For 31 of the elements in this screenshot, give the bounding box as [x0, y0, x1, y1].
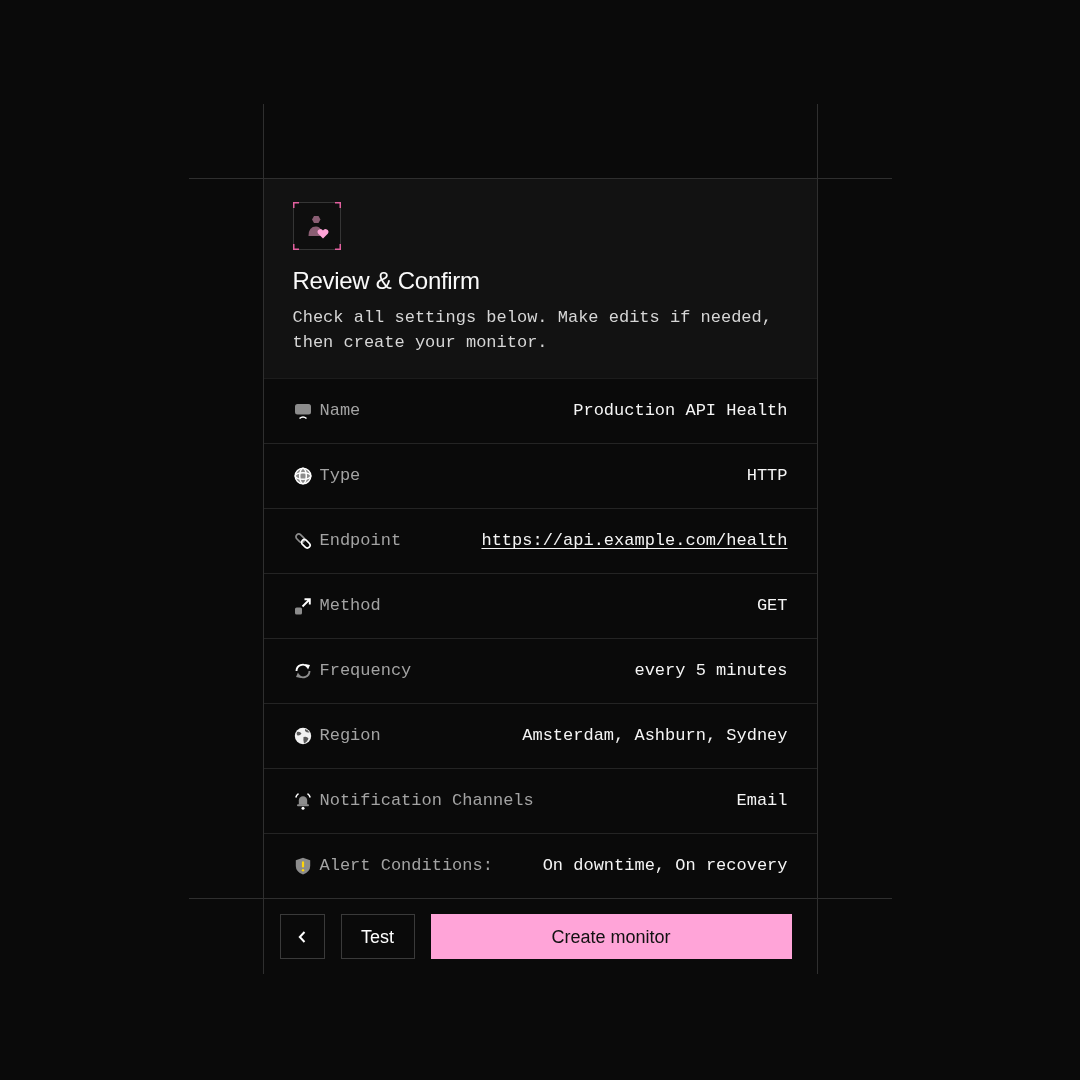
setting-value: GET — [756, 595, 788, 618]
refresh-icon — [293, 662, 312, 680]
setting-label: Name — [319, 400, 361, 423]
earth-icon — [293, 727, 312, 745]
dialog-title: Review & Confirm — [292, 266, 480, 296]
endpoint-link[interactable]: https://api.example.com/health — [481, 528, 788, 554]
setting-label: Alert Conditions: — [319, 855, 493, 878]
setting-label: Endpoint — [319, 530, 402, 553]
setting-value: Production API Health — [573, 400, 788, 423]
arrow-up-right-icon — [293, 597, 312, 615]
setting-label: Region — [319, 725, 381, 748]
setting-value: HTTP — [746, 465, 788, 488]
setting-label: Notification Channels — [319, 790, 534, 813]
bell-icon — [293, 792, 312, 810]
shield-alert-icon — [293, 857, 312, 875]
dialog-description: Check all settings below. Make edits if needed, then create your monitor. — [292, 307, 773, 354]
setting-value: On downtime, On recovery — [542, 855, 788, 878]
setting-value: Email — [736, 790, 788, 813]
setting-label: Type — [319, 465, 361, 488]
setting-label: Method — [319, 595, 381, 618]
link-icon — [293, 532, 312, 550]
create-monitor-button[interactable]: Create monitor — [430, 914, 792, 959]
globe-icon — [293, 467, 312, 485]
monitor-icon — [293, 402, 312, 420]
setting-label: Frequency — [319, 660, 412, 683]
person-heart-icon — [292, 202, 341, 250]
back-button[interactable] — [279, 914, 325, 959]
setting-value: every 5 minutes — [634, 660, 788, 683]
setting-value: Amsterdam, Ashburn, Sydney — [522, 725, 788, 748]
chevron-left-icon — [298, 930, 306, 943]
test-button[interactable]: Test — [340, 914, 415, 959]
